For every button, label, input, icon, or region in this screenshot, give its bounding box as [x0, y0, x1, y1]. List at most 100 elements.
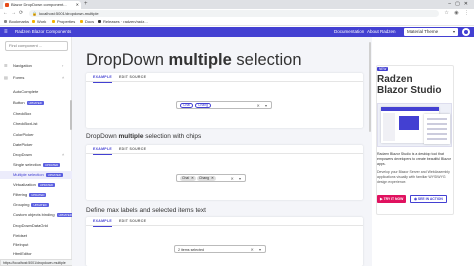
demo-tabs: EXAMPLE EDIT SOURCE [86, 217, 363, 227]
github-icon [98, 20, 101, 24]
tab-edit-source[interactable]: EDIT SOURCE [119, 217, 146, 226]
folder-icon [80, 20, 83, 24]
sidebar-item-dropdowndatagrid[interactable]: DropDownDataGrid [0, 222, 72, 230]
bookmark-item[interactable]: Docs [80, 18, 94, 26]
sidebar-item-fieldset[interactable]: Fieldset [0, 232, 72, 240]
main-scrollbar[interactable] [369, 42, 371, 132]
menu-icon[interactable]: ≡ [4, 27, 8, 37]
bookmark-item[interactable]: Releases · radzen/radz... [98, 18, 148, 26]
new-badge: NEW [377, 67, 389, 71]
folder-icon [32, 20, 35, 24]
chip-remove-icon[interactable]: ✕ [211, 176, 214, 180]
browser-tab[interactable]: Blazor DropDown component... ✕ [3, 1, 81, 9]
max-labels-dropdown[interactable]: 2 items selected ✕ ▾ [174, 245, 266, 253]
bookmarks-icon [4, 20, 7, 24]
url-text: localhost:5001/dropdown-multiple [39, 11, 99, 16]
clear-and-chevron-icon[interactable]: ✕ ▾ [251, 246, 263, 254]
sidebar-item-datepicker[interactable]: DatePicker [0, 141, 72, 149]
chip-chang: Chang ✕ [197, 176, 216, 181]
chip-chai: Chai ✕ [180, 176, 196, 181]
chip-remove-icon[interactable]: ✕ [191, 176, 194, 180]
updated-badge: UPDATED [31, 202, 49, 207]
tab-example[interactable]: EXAMPLE [93, 217, 113, 227]
bookmarks-bar: Bookmarks Work Properties Docs Releases … [0, 18, 474, 26]
navigation-icon: ☰ [4, 63, 8, 68]
try-it-now-button[interactable]: ▶ TRY IT NOW [377, 195, 407, 203]
forms-icon: ▤ [4, 75, 8, 80]
promo-screenshot-image [377, 103, 452, 147]
chevron-up-icon: ˄ [62, 152, 65, 157]
browser-toolbar-icons[interactable]: ☆ ◉ ⋮ [444, 9, 471, 18]
updated-badge: UPDATED [37, 182, 55, 187]
section-title-max-labels: Define max labels and selected items tex… [86, 207, 206, 214]
github-icon[interactable] [462, 28, 470, 36]
sidebar-item-checkbox[interactable]: CheckBox [0, 110, 72, 118]
documentation-link[interactable]: Documentation [334, 27, 364, 37]
sidebar-item-forms[interactable]: ▤ Forms ˄ [0, 74, 72, 82]
sidebar-item-colorpicker[interactable]: ColorPicker [0, 131, 72, 139]
sidebar-item-navigation[interactable]: ☰ Navigation › [0, 62, 72, 70]
updated-badge: UPDATED [45, 172, 63, 177]
sidebar-item-multiple-selection[interactable]: Multiple selection UPDATED [0, 171, 72, 179]
demo-card-multiple: EXAMPLE EDIT SOURCE Chai Chang ✕ ▾ [86, 73, 363, 128]
promo-description-secondary: Develop your Blazor Server and WebAssemb… [377, 170, 450, 184]
bookmark-item[interactable]: Properties [52, 18, 75, 26]
sidebar-item-autocomplete[interactable]: AutoComplete [0, 88, 72, 96]
selected-items-text: 2 items selected [178, 248, 204, 252]
section-title-chips: DropDown multiple selection with chips [86, 133, 202, 140]
folder-icon [52, 20, 55, 24]
chevron-right-icon: › [62, 63, 64, 68]
tab-example[interactable]: EXAMPLE [93, 145, 113, 155]
promo-description: Radzen Blazor Studio is a desktop tool t… [377, 152, 451, 166]
browser-tab-title: Blazor DropDown component... [11, 2, 67, 7]
tab-edit-source[interactable]: EDIT SOURCE [119, 145, 146, 154]
tab-example[interactable]: EXAMPLE [93, 73, 113, 83]
demo-tabs: EXAMPLE EDIT SOURCE [86, 73, 363, 83]
updated-badge: UPDATED [26, 100, 44, 105]
close-tab-icon[interactable]: ✕ [76, 1, 79, 9]
selected-chip: Chang [195, 103, 211, 108]
theme-select-value: Material Theme [407, 29, 439, 34]
updated-badge: UPDATED [29, 192, 47, 197]
selected-chip: Chai [180, 103, 193, 108]
sidebar-item-virtualization[interactable]: Virtualization UPDATED [0, 181, 72, 189]
sidebar-item-checkboxlist[interactable]: CheckBoxList [0, 120, 72, 128]
component-search-input[interactable]: Find component ... [5, 41, 68, 51]
chevron-down-icon: ▾ [452, 29, 455, 34]
about-link[interactable]: About Radzen [367, 27, 396, 37]
browser-tab-bar: Blazor DropDown component... ✕ + –▢✕ [0, 0, 474, 9]
sidebar-item-fileinput[interactable]: FileInput [0, 241, 72, 249]
page-title: DropDown multiple selection [86, 51, 302, 69]
bookmark-item[interactable]: Bookmarks [4, 18, 29, 26]
clear-and-chevron-icon[interactable]: ✕ ▾ [257, 102, 269, 110]
demo-tabs: EXAMPLE EDIT SOURCE [86, 145, 363, 155]
lock-icon: 🔒 [32, 11, 37, 16]
sidebar-item-dropdown[interactable]: DropDown ˄ [0, 151, 72, 159]
brand-title[interactable]: Radzen Blazor Components [15, 27, 71, 37]
favicon-icon [5, 3, 9, 7]
app-header: ≡ Radzen Blazor Components Documentation… [0, 27, 474, 37]
search-placeholder: Find component ... [9, 43, 43, 48]
updated-badge: UPDATED [43, 162, 61, 167]
multiple-dropdown[interactable]: Chai Chang ✕ ▾ [176, 101, 272, 109]
new-tab-icon[interactable]: + [84, 0, 88, 9]
demo-card-max-labels: EXAMPLE EDIT SOURCE 2 items selected ✕ ▾ [86, 217, 363, 266]
see-in-action-button[interactable]: ◉ SEE IN ACTION [410, 195, 447, 203]
url-field[interactable]: 🔒 localhost:5001/dropdown-multiple [29, 10, 439, 17]
sidebar-item-single-selection[interactable]: Single selection UPDATED [0, 161, 72, 169]
sidebar-item-grouping[interactable]: Grouping UPDATED [0, 201, 72, 209]
window-controls[interactable]: –▢✕ [448, 0, 472, 9]
bookmark-item[interactable]: Work [32, 18, 46, 26]
sidebar-item-filtering[interactable]: Filtering UPDATED [0, 191, 72, 199]
sidebar-item-custom-objects-binding[interactable]: Custom objects binding UPDATED [0, 211, 74, 219]
sidebar-item-button[interactable]: Button UPDATED [0, 99, 72, 107]
chips-dropdown[interactable]: Chai ✕ Chang ✕ ✕ ▾ [176, 174, 246, 182]
tab-edit-source[interactable]: EDIT SOURCE [119, 73, 146, 82]
theme-select[interactable]: Material Theme ▾ [404, 28, 458, 36]
sidebar-item-htmleditor[interactable]: HtmlEditor [0, 250, 72, 258]
chevron-up-icon: ˄ [62, 75, 65, 80]
browser-nav-buttons[interactable]: ←→⟳ [3, 9, 26, 18]
demo-card-chips: EXAMPLE EDIT SOURCE Chai ✕ Chang ✕ ✕ ▾ [86, 145, 363, 200]
clear-and-chevron-icon[interactable]: ✕ ▾ [231, 175, 243, 183]
promo-title: Radzen Blazor Studio [377, 74, 442, 96]
